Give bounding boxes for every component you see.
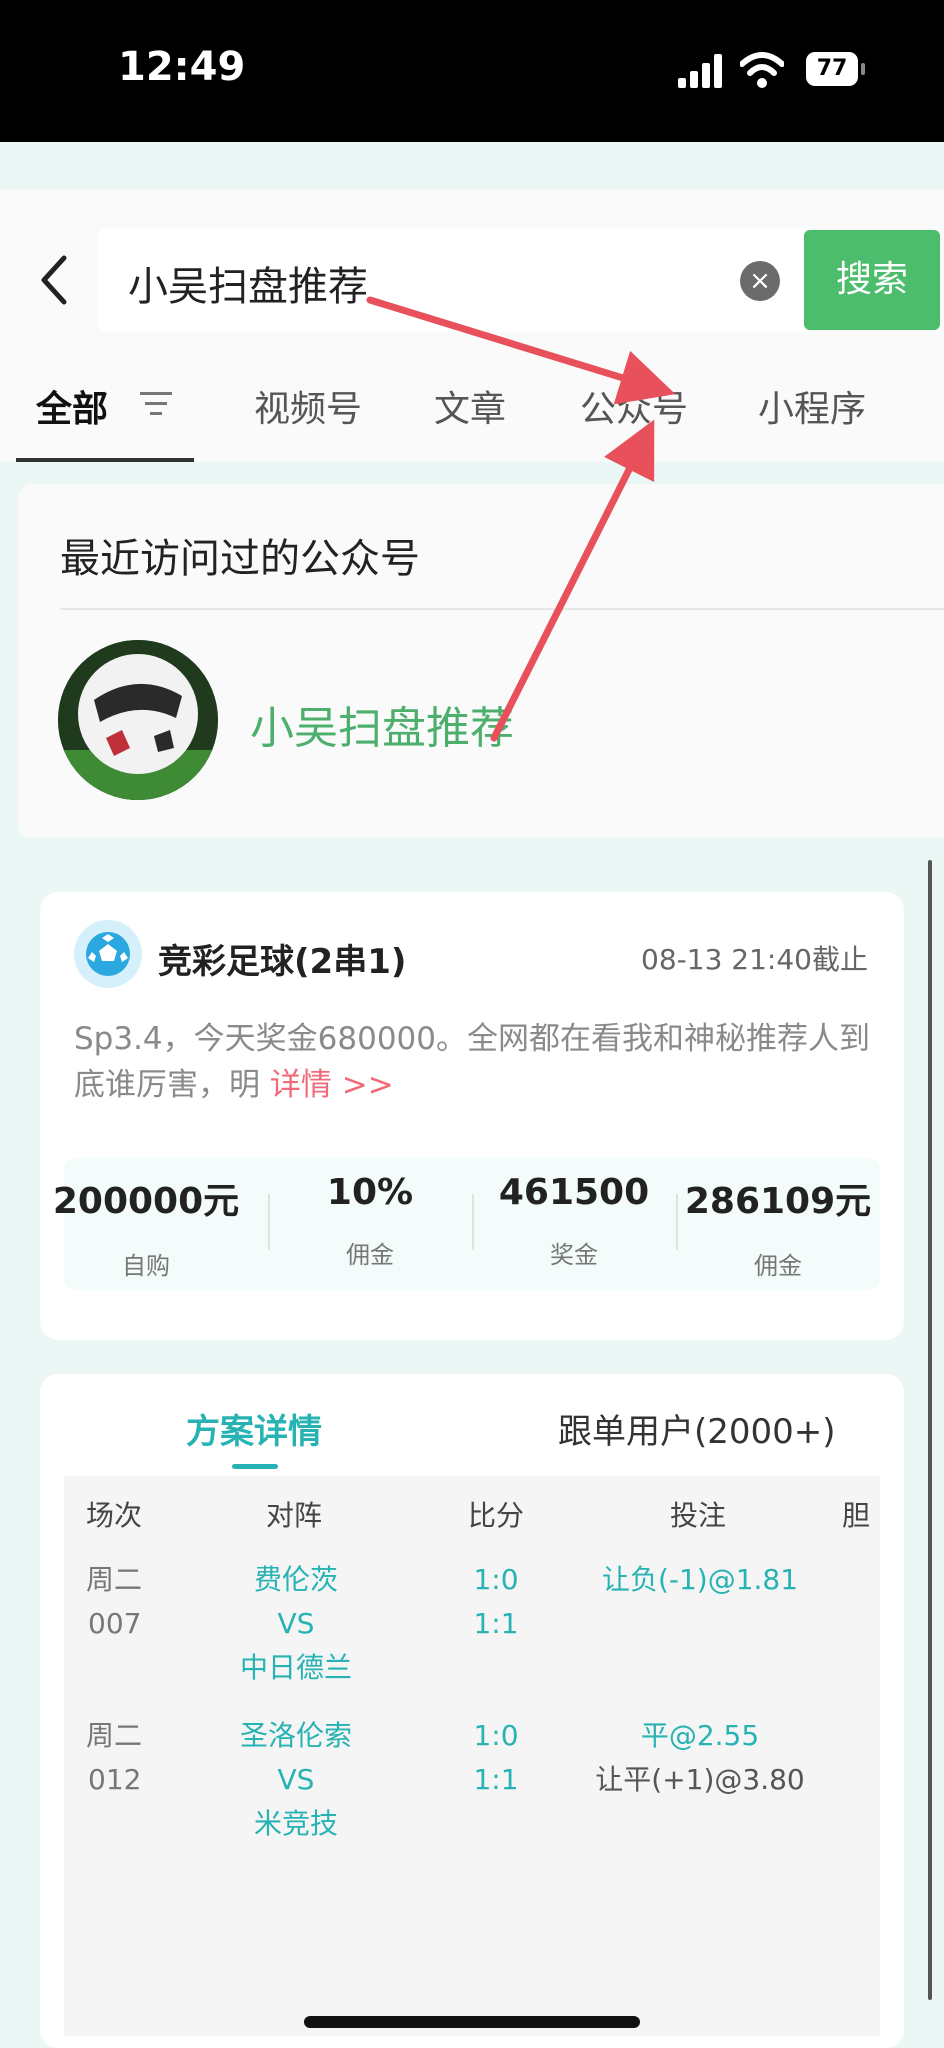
lottery-description-text: Sp3.4，今天奖金680000。全网都在看我和神秘推荐人到底谁厉害，明 [74,1021,870,1103]
tab-articles[interactable]: 文章 [434,380,506,432]
match-day: 周二 [86,1719,143,1752]
tab-active-underline [16,458,194,462]
lottery-description: Sp3.4，今天奖金680000。全网都在看我和神秘推荐人到底谁厉害，明 详情 … [74,1016,874,1108]
away-team: 中日德兰 [239,1651,352,1684]
stat-value: 286109元 [684,1181,872,1222]
vs-label: VS [277,1763,315,1796]
account-avatar[interactable] [58,640,218,800]
lottery-deadline: 08-13 21:40截止 [641,943,868,976]
recent-accounts-title: 最近访问过的公众号 [60,536,420,582]
col-header-teams: 对阵 [266,1499,323,1532]
stat-commission-rate: 10% 佣金 [268,1172,472,1270]
wifi-icon [740,52,784,88]
home-indicator [304,2016,640,2028]
score-line: 1:1 [473,1607,519,1640]
bet-option: 让平(+1)@3.80 [595,1763,805,1796]
score-line: 1:0 [473,1563,519,1596]
match-number: 012 [88,1763,142,1796]
col-header-match: 场次 [86,1499,143,1532]
tab-all[interactable]: 全部 [36,380,108,432]
lottery-title: 竞彩足球(2串1) [158,942,407,982]
col-header-banker: 胆 [842,1499,871,1532]
stat-prize: 461500 奖金 [472,1172,676,1270]
tab-official-accounts[interactable]: 公众号 [580,380,688,432]
stat-self-purchase: 200000元 自购 [44,1172,248,1281]
score-line: 1:1 [473,1763,519,1796]
plan-tab-underline [232,1464,278,1469]
battery-icon: 77 [806,52,858,86]
match-day: 周二 [86,1563,143,1596]
cellular-signal-icon [678,54,724,88]
scrollbar[interactable] [928,860,932,2000]
stat-commission-amount: 286109元 佣金 [676,1172,880,1281]
account-name-link[interactable]: 小吴扫盘推荐 [250,692,514,756]
search-button[interactable]: 搜索 [804,230,940,330]
vs-label: VS [277,1607,315,1640]
tab-follower-users[interactable]: 跟单用户(2000+) [558,1404,836,1453]
soccer-ball-icon [58,640,218,800]
stat-label: 佣金 [346,1241,394,1269]
back-arrow-icon[interactable] [34,250,74,310]
tab-plan-details[interactable]: 方案详情 [186,1404,322,1453]
soccer-ball-icon [74,920,142,988]
match-number: 007 [88,1607,142,1640]
away-team: 米竞技 [253,1807,338,1840]
bet-option: 平@2.55 [640,1719,760,1752]
divider [60,608,944,610]
detail-link[interactable]: 详情 >> [270,1067,394,1103]
status-bar: 12:49 77 [0,0,944,142]
score-line: 1:0 [473,1719,519,1752]
home-team: 费伦茨 [253,1563,338,1596]
col-header-bet: 投注 [670,1499,727,1532]
home-team: 圣洛伦索 [239,1719,352,1752]
tab-mini-programs[interactable]: 小程序 [758,380,866,432]
search-query[interactable]: 小吴扫盘推荐 [128,254,368,312]
status-time: 12:49 [118,44,246,90]
stat-value: 10% [326,1172,414,1213]
stat-value: 200000元 [52,1181,240,1222]
tab-channels[interactable]: 视频号 [254,380,362,432]
bet-option: 让负(-1)@1.81 [601,1563,799,1596]
clear-icon[interactable]: × [740,261,780,301]
stat-label: 奖金 [550,1241,598,1269]
col-header-score: 比分 [468,1499,525,1532]
stat-value: 461500 [498,1172,650,1213]
battery-tip [861,63,865,75]
stat-label: 自购 [122,1252,170,1280]
stat-label: 佣金 [754,1252,802,1280]
filter-icon[interactable] [140,390,172,418]
